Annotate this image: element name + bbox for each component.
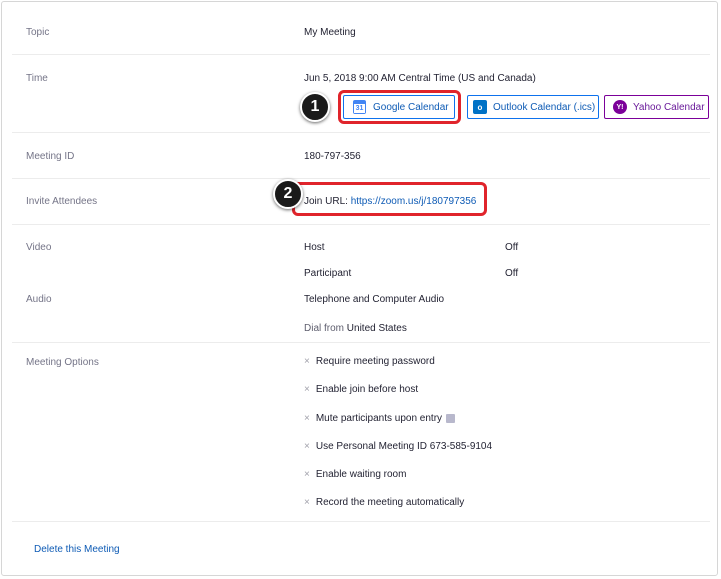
yahoo-icon: Y! xyxy=(613,100,627,114)
topic-label: Topic xyxy=(26,27,50,38)
divider xyxy=(12,54,710,55)
delete-meeting-link[interactable]: Delete this Meeting xyxy=(34,544,120,555)
highlight-join-url xyxy=(292,182,487,216)
yahoo-calendar-button[interactable]: Y! Yahoo Calendar xyxy=(604,95,709,119)
dial-from-country: United States xyxy=(346,323,407,334)
yahoo-calendar-label: Yahoo Calendar xyxy=(633,101,705,113)
option-personal-meeting-id: × Use Personal Meeting ID 673-585-9104 xyxy=(304,441,492,452)
option-mute-on-entry: × Mute participants upon entry xyxy=(304,413,456,424)
divider xyxy=(12,132,710,133)
callout-badge-1: 1 xyxy=(300,92,330,122)
meeting-options-label: Meeting Options xyxy=(26,357,99,368)
video-participant-label: Participant xyxy=(304,268,352,279)
disabled-x-icon: × xyxy=(304,469,310,480)
dial-from-prefix: Dial from xyxy=(304,323,345,334)
audio-value: Telephone and Computer Audio xyxy=(304,294,445,305)
audio-label: Audio xyxy=(26,294,52,305)
time-value: Jun 5, 2018 9:00 AM Central Time (US and… xyxy=(304,73,536,84)
video-host-label: Host xyxy=(304,242,325,253)
meeting-id-value: 180-797-356 xyxy=(304,151,361,162)
outlook-icon: o xyxy=(473,100,487,114)
option-label: Mute participants upon entry xyxy=(315,413,443,424)
option-waiting-room: × Enable waiting room xyxy=(304,469,406,480)
option-label: Enable waiting room xyxy=(315,469,407,480)
callout-badge-2: 2 xyxy=(273,179,303,209)
divider xyxy=(12,224,710,225)
video-label: Video xyxy=(26,242,52,253)
disabled-x-icon: × xyxy=(304,413,310,424)
video-participant-value: Off xyxy=(505,268,519,279)
time-label: Time xyxy=(26,73,48,84)
option-label: Require meeting password xyxy=(315,356,435,367)
dial-from-row: Dial from United States xyxy=(304,323,407,334)
option-label: Enable join before host xyxy=(315,384,419,395)
disabled-x-icon: × xyxy=(304,384,310,395)
option-record-automatically: × Record the meeting automatically xyxy=(304,497,464,508)
outlook-calendar-button[interactable]: o Outlook Calendar (.ics) xyxy=(467,95,599,119)
option-label: Use Personal Meeting ID 673-585-9104 xyxy=(315,441,493,452)
outlook-calendar-label: Outlook Calendar (.ics) xyxy=(493,101,596,113)
info-badge-icon xyxy=(446,414,456,423)
disabled-x-icon: × xyxy=(304,356,310,367)
video-host-value: Off xyxy=(505,242,519,253)
topic-value: My Meeting xyxy=(304,27,356,38)
invite-attendees-label: Invite Attendees xyxy=(26,196,98,207)
meeting-details-panel: Topic My Meeting Time Jun 5, 2018 9:00 A… xyxy=(1,1,718,576)
divider xyxy=(12,521,710,522)
highlight-google-calendar xyxy=(338,90,461,124)
disabled-x-icon: × xyxy=(304,497,310,508)
option-label: Record the meeting automatically xyxy=(315,497,465,508)
option-require-password: × Require meeting password xyxy=(304,356,435,367)
meeting-id-label: Meeting ID xyxy=(26,151,75,162)
option-join-before-host: × Enable join before host xyxy=(304,384,418,395)
divider xyxy=(12,342,710,343)
disabled-x-icon: × xyxy=(304,441,310,452)
divider xyxy=(12,178,710,179)
